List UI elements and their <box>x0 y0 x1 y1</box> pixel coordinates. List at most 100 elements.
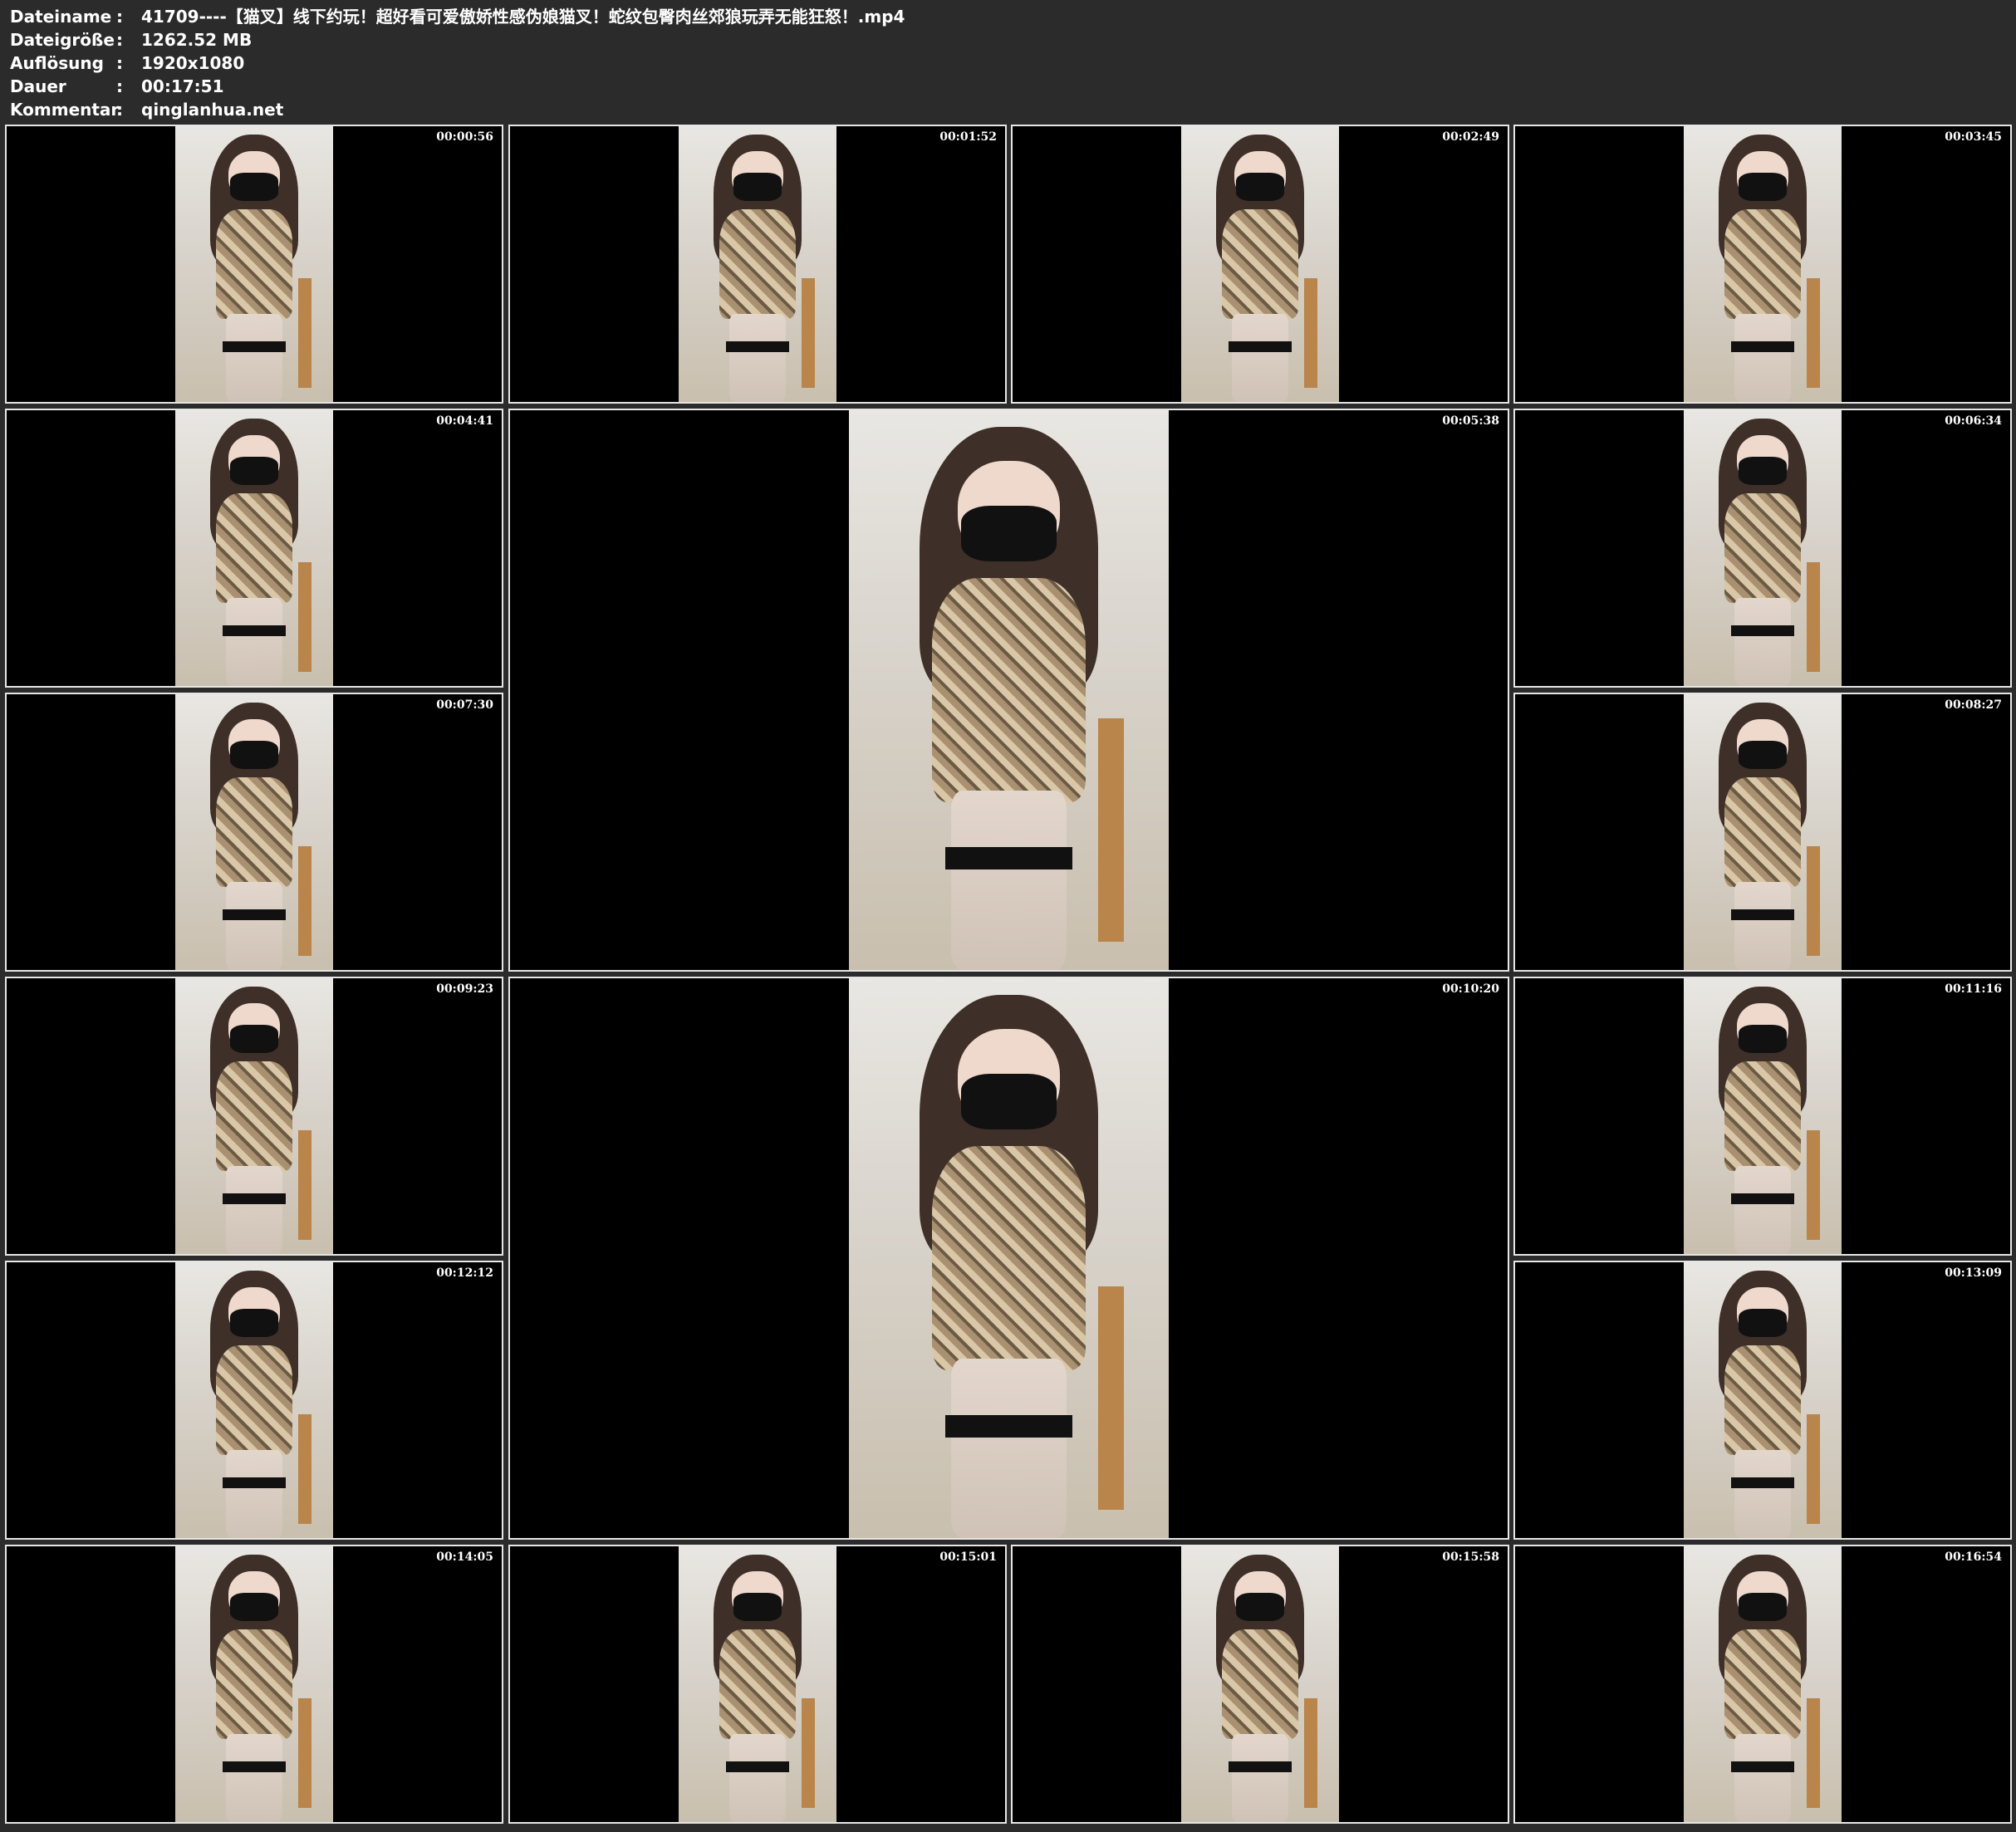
info-row-comment: Kommentar : qinglanhua.net <box>10 98 905 121</box>
video-thumbnail[interactable]: 00:10:20 <box>508 977 1509 1540</box>
video-frame-image <box>174 410 334 686</box>
frame-figure-chair <box>1807 845 1820 957</box>
frame-figure-body <box>932 578 1086 802</box>
video-frame-image <box>174 694 334 970</box>
frame-figure-rope <box>725 1761 790 1773</box>
frame-figure-chair <box>1807 277 1820 389</box>
frame-figure-body <box>1724 492 1801 604</box>
frame-figure-rope <box>1228 1761 1292 1773</box>
video-thumbnail[interactable]: 00:03:45 <box>1513 125 2012 404</box>
info-separator: : <box>116 7 123 27</box>
info-row-duration: Dauer : 00:17:51 <box>10 75 905 98</box>
frame-figure-body <box>216 1061 292 1172</box>
frame-figure-chair <box>298 1129 311 1241</box>
frame-figure-body <box>932 1146 1086 1370</box>
thumbnail-timestamp: 00:15:58 <box>1442 1550 1499 1564</box>
frame-figure-gag <box>230 1025 278 1053</box>
thumbnail-timestamp: 00:12:12 <box>436 1266 493 1280</box>
info-value: 00:17:51 <box>141 76 224 96</box>
frame-figure-legs <box>1734 1449 1792 1538</box>
info-separator: : <box>116 76 123 96</box>
video-frame-image <box>1180 1546 1340 1822</box>
frame-figure-gag <box>1739 457 1787 485</box>
frame-figure-rope <box>1228 340 1292 353</box>
frame-figure-gag <box>1739 741 1787 769</box>
video-thumbnail[interactable]: 00:06:34 <box>1513 409 2012 688</box>
frame-figure-chair <box>298 277 311 389</box>
video-thumbnail[interactable]: 00:01:52 <box>508 125 1007 404</box>
info-row-filesize: Dateigröße : 1262.52 MB <box>10 28 905 51</box>
frame-figure-body <box>216 492 292 604</box>
frame-figure-chair <box>298 561 311 673</box>
video-frame-image <box>849 410 1169 970</box>
frame-figure-body <box>1724 1345 1801 1456</box>
video-thumbnail[interactable]: 00:07:30 <box>5 693 503 972</box>
video-thumbnail[interactable]: 00:14:05 <box>5 1545 503 1824</box>
info-value: qinglanhua.net <box>141 100 284 120</box>
video-thumbnail[interactable]: 00:16:54 <box>1513 1545 2012 1824</box>
frame-figure-legs <box>225 881 283 970</box>
frame-figure-body <box>719 208 796 320</box>
frame-figure-body <box>216 1345 292 1456</box>
video-thumbnail[interactable]: 00:12:12 <box>5 1261 503 1540</box>
frame-figure-body <box>216 1629 292 1740</box>
frame-figure-body <box>216 208 292 320</box>
video-frame-image <box>1683 694 1842 970</box>
frame-figure-legs <box>1231 313 1289 402</box>
thumbnail-timestamp: 00:16:54 <box>1945 1550 2002 1564</box>
frame-figure-rope <box>222 909 287 921</box>
frame-figure-chair <box>1807 1413 1820 1525</box>
frame-figure-body <box>1222 208 1298 320</box>
frame-figure-rope <box>222 1193 287 1205</box>
video-frame-image <box>174 126 334 402</box>
thumbnail-timestamp: 00:11:16 <box>1945 982 2002 996</box>
thumbnail-timestamp: 00:04:41 <box>436 414 493 428</box>
frame-figure-body <box>216 776 292 888</box>
frame-figure-legs <box>728 1733 787 1822</box>
frame-figure-rope <box>1730 1193 1795 1205</box>
frame-figure-gag <box>960 1073 1057 1129</box>
frame-figure-gag <box>1236 1593 1284 1621</box>
video-frame-image <box>1683 978 1842 1254</box>
frame-figure-gag <box>1739 173 1787 201</box>
video-thumbnail[interactable]: 00:15:01 <box>508 1545 1007 1824</box>
video-thumbnail[interactable]: 00:13:09 <box>1513 1261 2012 1540</box>
video-thumbnail[interactable]: 00:11:16 <box>1513 977 2012 1256</box>
video-frame-image <box>174 978 334 1254</box>
info-key: Dateiname <box>10 7 112 27</box>
video-thumbnail[interactable]: 00:15:58 <box>1011 1545 1509 1824</box>
frame-figure-chair <box>1304 1697 1317 1809</box>
frame-figure-chair <box>802 277 815 389</box>
frame-figure-rope <box>1730 625 1795 637</box>
frame-figure-body <box>1724 208 1801 320</box>
video-thumbnail[interactable]: 00:02:49 <box>1011 125 1509 404</box>
frame-figure-chair <box>1807 561 1820 673</box>
video-frame-image <box>1683 1546 1842 1822</box>
frame-figure-body <box>1724 1629 1801 1740</box>
video-thumbnail[interactable]: 00:08:27 <box>1513 693 2012 972</box>
video-frame-image <box>1683 1262 1842 1538</box>
video-thumbnail[interactable]: 00:05:38 <box>508 409 1509 972</box>
thumbnail-timestamp: 00:07:30 <box>436 698 493 712</box>
frame-figure-rope <box>1730 909 1795 921</box>
file-info-header: Dateiname : 41709----【猫叉】线下约玩！超好看可爱傲娇性感伪… <box>10 5 905 121</box>
frame-figure-gag <box>1739 1025 1787 1053</box>
frame-figure-legs <box>728 313 787 402</box>
frame-figure-gag <box>230 1593 278 1621</box>
frame-figure-gag <box>230 457 278 485</box>
frame-figure-gag <box>230 173 278 201</box>
video-thumbnail[interactable]: 00:00:56 <box>5 125 503 404</box>
video-frame-image <box>174 1546 334 1822</box>
frame-figure-legs <box>951 1359 1067 1538</box>
thumbnail-timestamp: 00:05:38 <box>1442 414 1499 428</box>
video-thumbnail[interactable]: 00:04:41 <box>5 409 503 688</box>
video-frame-image <box>1180 126 1340 402</box>
info-value: 1262.52 MB <box>141 30 253 50</box>
frame-figure-body <box>1724 1061 1801 1172</box>
frame-figure-rope <box>222 1761 287 1773</box>
frame-figure-body <box>719 1629 796 1740</box>
frame-figure-chair <box>1807 1129 1820 1241</box>
video-thumbnail[interactable]: 00:09:23 <box>5 977 503 1256</box>
frame-figure-legs <box>1231 1733 1289 1822</box>
video-frame-image <box>678 126 837 402</box>
